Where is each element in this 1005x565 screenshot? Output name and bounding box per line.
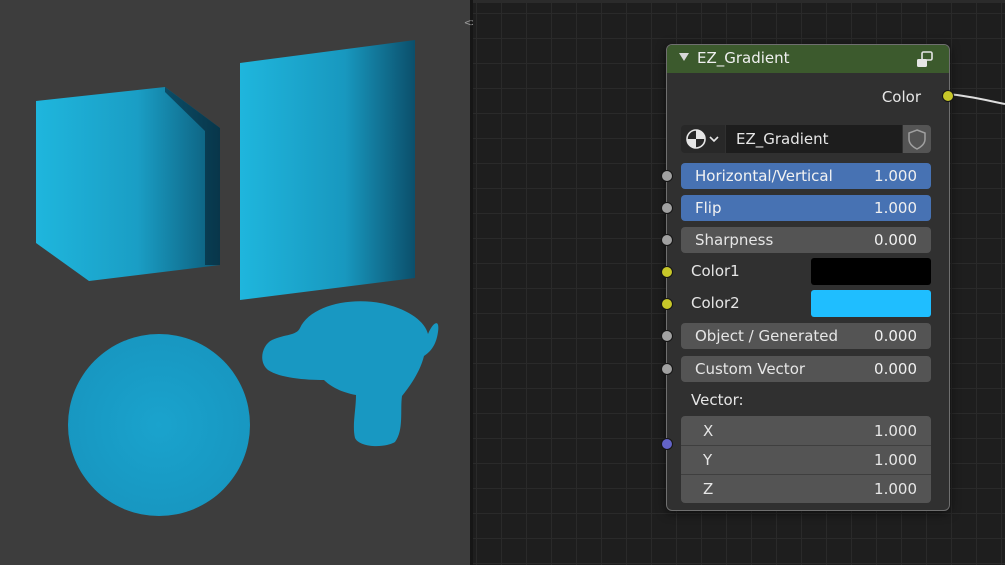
field-value: 0.000 — [874, 327, 917, 345]
axis-value: 1.000 — [874, 421, 917, 440]
axis-value: 1.000 — [874, 479, 917, 498]
field-value: 0.000 — [874, 360, 917, 378]
color2-label: Color2 — [691, 294, 740, 312]
viewport-render — [36, 40, 439, 516]
vector-label: Vector: — [691, 391, 744, 409]
color1-swatch[interactable] — [811, 258, 931, 285]
node-tree-browse-button[interactable] — [681, 125, 725, 153]
field-label: Custom Vector — [695, 360, 806, 378]
axis-label: Z — [703, 479, 714, 498]
input-socket-color2[interactable] — [661, 298, 673, 310]
input-socket-flip[interactable] — [661, 202, 673, 214]
vector-z-field[interactable]: Z 1.000 — [681, 474, 931, 503]
input-socket-vector[interactable] — [661, 438, 673, 450]
node-group-selector[interactable]: EZ_Gradient — [681, 125, 931, 153]
output-color-label: Color — [881, 88, 921, 106]
fake-user-button[interactable] — [903, 125, 931, 153]
color1-label: Color1 — [691, 262, 740, 280]
vector-fields: X 1.000 Y 1.000 Z 1.000 — [681, 416, 931, 503]
field-label: Flip — [695, 199, 722, 217]
vector-y-field[interactable]: Y 1.000 — [681, 445, 931, 474]
input-socket-custom-vector[interactable] — [661, 363, 673, 375]
color2-swatch[interactable] — [811, 290, 931, 317]
sphere-object — [68, 334, 250, 516]
ez-gradient-node[interactable]: EZ_Gradient Color EZ_Gradient Horizontal… — [661, 44, 954, 511]
node-title: EZ_Gradient — [697, 49, 790, 67]
node-group-icon[interactable] — [915, 51, 935, 69]
custom-vector-field[interactable]: Custom Vector 0.000 — [681, 356, 931, 382]
node-tree-icon — [686, 129, 719, 149]
sharpness-field[interactable]: Sharpness 0.000 — [681, 227, 931, 253]
horizontal-vertical-field[interactable]: Horizontal/Vertical 1.000 — [681, 163, 931, 189]
flip-field[interactable]: Flip 1.000 — [681, 195, 931, 221]
cube-object — [36, 87, 220, 281]
field-label: Object / Generated — [695, 327, 839, 345]
input-socket-color1[interactable] — [661, 266, 673, 278]
axis-label: X — [703, 421, 714, 440]
collapse-triangle-icon[interactable] — [679, 53, 689, 61]
object-generated-field[interactable]: Object / Generated 0.000 — [681, 323, 931, 349]
node-group-name-field[interactable]: EZ_Gradient — [726, 125, 902, 153]
field-label: Horizontal/Vertical — [695, 167, 833, 185]
field-value: 1.000 — [874, 199, 917, 217]
field-value: 1.000 — [874, 167, 917, 185]
monkey-object — [262, 301, 439, 447]
shield-icon — [908, 129, 926, 150]
node-header[interactable]: EZ_Gradient — [667, 45, 949, 73]
field-value: 0.000 — [874, 231, 917, 249]
input-socket-horizontal-vertical[interactable] — [661, 170, 673, 182]
axis-label: Y — [703, 450, 713, 469]
node-editor-header-edge — [473, 0, 1005, 3]
field-label: Sharpness — [695, 231, 774, 249]
input-socket-sharpness[interactable] — [661, 234, 673, 246]
3d-viewport[interactable] — [0, 0, 470, 565]
input-socket-object-generated[interactable] — [661, 330, 673, 342]
output-color-socket[interactable] — [942, 90, 954, 102]
axis-value: 1.000 — [874, 450, 917, 469]
plane-object — [240, 40, 415, 300]
vector-x-field[interactable]: X 1.000 — [681, 416, 931, 445]
